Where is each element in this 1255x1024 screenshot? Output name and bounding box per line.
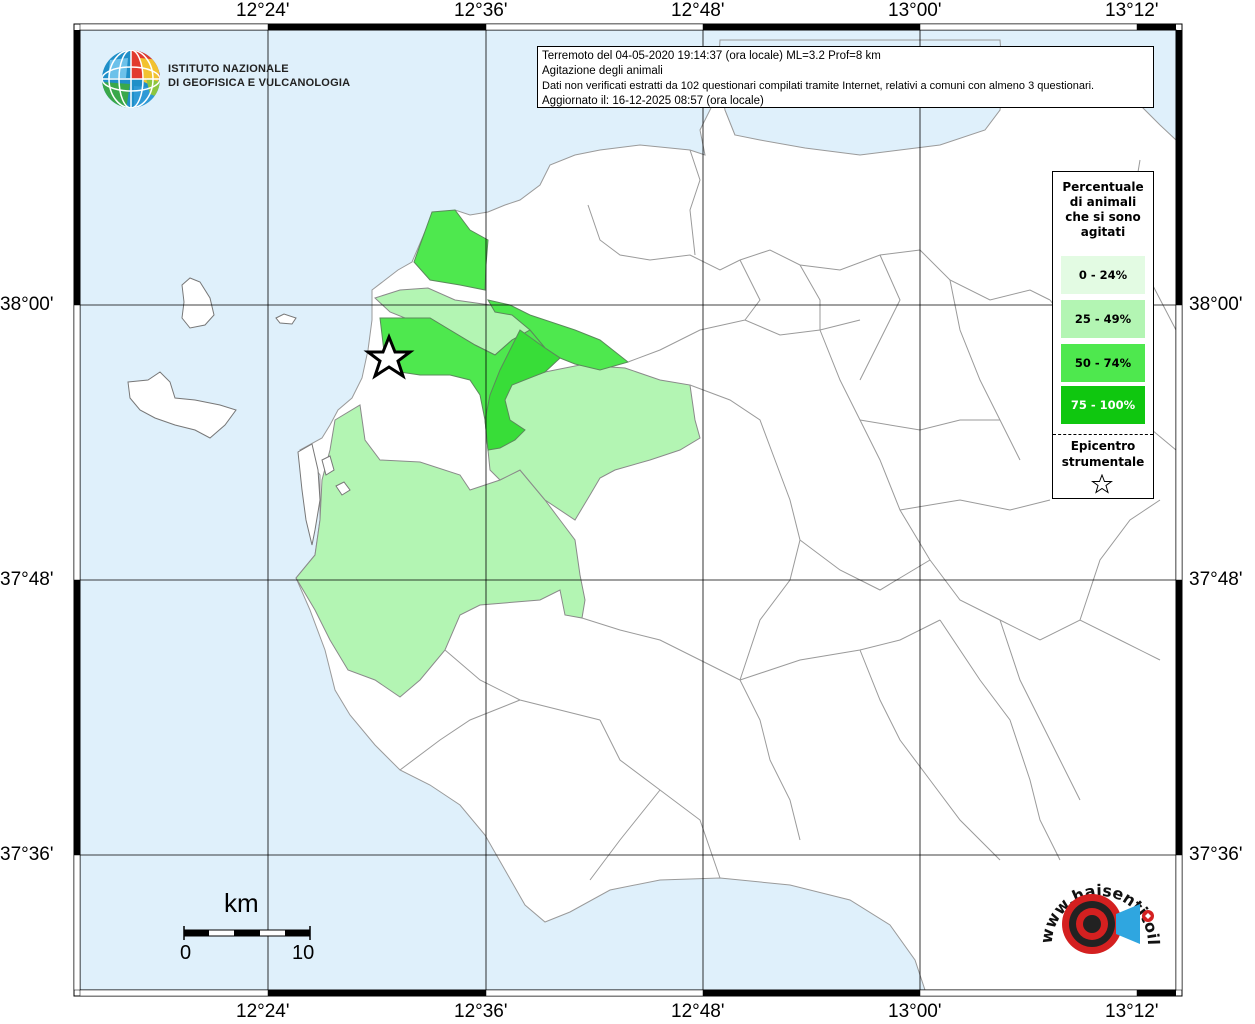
scale-label-start: 0 — [180, 942, 192, 964]
ingv-name-line1: ISTITUTO NAZIONALE — [168, 63, 289, 75]
tick-lon-bottom-1: 12°24' — [236, 1001, 290, 1022]
legend-title-line4: agitati — [1080, 225, 1126, 239]
legend-item-label: 50 - 74% — [1074, 356, 1132, 370]
legend-item-50-74: 50 - 74% — [1061, 344, 1145, 382]
legend-title-line3: che si sono — [1065, 210, 1141, 224]
tick-lon-top-2: 12°36' — [454, 0, 508, 21]
legend-epicenter-label: Epicentro strumentale — [1053, 438, 1153, 470]
event-info-line4: Aggiornato il: 16-12-2025 08:57 (ora loc… — [542, 95, 764, 107]
legend-item-75-100: 75 - 100% — [1061, 386, 1145, 424]
tick-lat-left-3: 37°36' — [0, 844, 54, 865]
scale-bar-graphic — [183, 926, 311, 940]
tick-lon-bottom-4: 13°00' — [888, 1001, 942, 1022]
scale-label-end: 10 — [292, 942, 315, 964]
tick-lon-top-3: 12°48' — [671, 0, 725, 21]
legend-epicenter-line2: strumentale — [1061, 455, 1145, 469]
legend-item-label: 75 - 100% — [1070, 398, 1136, 412]
event-info-line2: Agitazione degli animali — [542, 65, 663, 77]
tick-lat-left-1: 38°00' — [0, 294, 54, 315]
legend-item-0-24: 0 - 24% — [1061, 256, 1145, 294]
ingv-name: ISTITUTO NAZIONALE DI GEOFISICA E VULCAN… — [168, 62, 350, 90]
hai-sentito-logo-graphic: www.haisentitoilterremoto.it — [1022, 837, 1163, 954]
tick-lon-top-4: 13°00' — [888, 0, 942, 21]
scale-bar: km 0 10 — [180, 888, 320, 978]
tick-lon-bottom-3: 12°48' — [671, 1001, 725, 1022]
tick-lat-right-1: 38°00' — [1189, 294, 1243, 315]
tick-lon-bottom-5: 13°12' — [1105, 1001, 1159, 1022]
legend-star-icon — [1091, 474, 1113, 494]
legend-title: Percentuale di animali che si sono agita… — [1053, 180, 1153, 240]
legend-item-25-49: 25 - 49% — [1061, 300, 1145, 338]
ingv-globe-icon — [102, 50, 160, 108]
tick-lat-right-3: 37°36' — [1189, 844, 1243, 865]
tick-lon-bottom-2: 12°36' — [454, 1001, 508, 1022]
event-info-box: Terremoto del 04-05-2020 19:14:37 (ora l… — [537, 46, 1154, 108]
hai-sentito-logo: www.haisentitoilterremoto.it — [1022, 837, 1170, 986]
legend-separator — [1053, 434, 1153, 435]
event-info-line1: Terremoto del 04-05-2020 19:14:37 (ora l… — [542, 50, 881, 62]
ingv-logo — [100, 48, 162, 114]
legend-epicenter-line1: Epicentro — [1070, 439, 1136, 453]
tick-lat-left-2: 37°48' — [0, 569, 54, 590]
tick-lon-top-5: 13°12' — [1105, 0, 1159, 21]
scale-unit: km — [224, 888, 259, 918]
legend-title-line2: di animali — [1069, 195, 1137, 209]
tick-lon-top-1: 12°24' — [236, 0, 290, 21]
legend-item-label: 0 - 24% — [1078, 268, 1128, 282]
ingv-name-line2: DI GEOFISICA E VULCANOLOGIA — [168, 77, 351, 89]
legend: Percentuale di animali che si sono agita… — [1052, 171, 1154, 499]
tick-lat-right-2: 37°48' — [1189, 569, 1243, 590]
legend-item-label: 25 - 49% — [1074, 312, 1132, 326]
event-info-line3: Dati non verificati estratti da 102 ques… — [542, 80, 1095, 92]
legend-title-line1: Percentuale — [1062, 180, 1144, 194]
